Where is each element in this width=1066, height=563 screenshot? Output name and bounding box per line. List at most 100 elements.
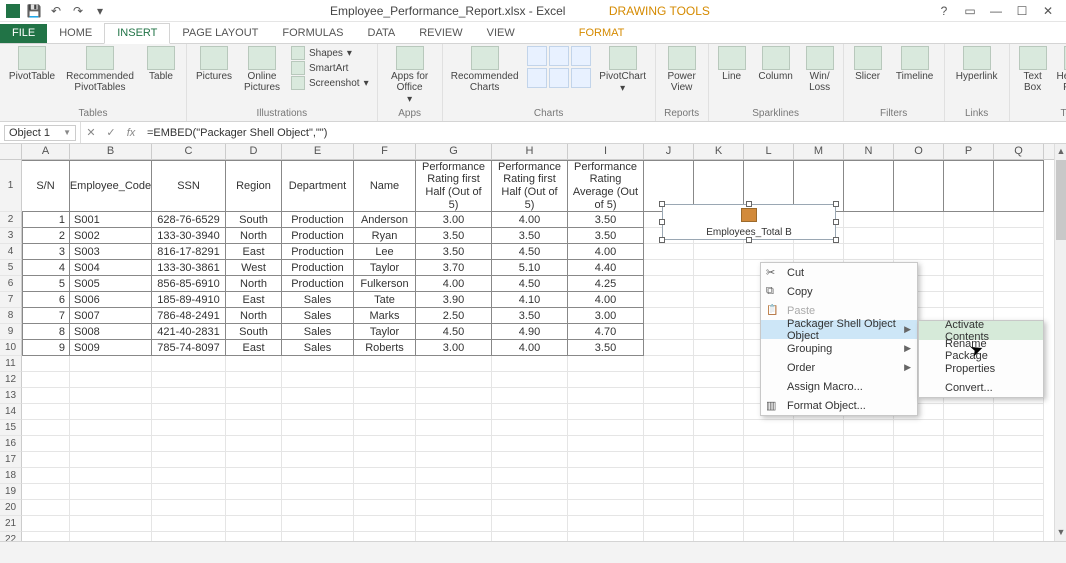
cell[interactable] (22, 516, 70, 532)
cell[interactable] (282, 356, 354, 372)
table-cell[interactable]: Sales (282, 308, 354, 324)
chart-type-gallery[interactable] (527, 46, 591, 88)
table-cell[interactable]: 3.50 (568, 212, 644, 228)
table-cell[interactable]: East (226, 244, 282, 260)
cell[interactable] (568, 420, 644, 436)
cell[interactable] (694, 404, 744, 420)
tab-home[interactable]: HOME (47, 24, 104, 43)
cell[interactable] (794, 420, 844, 436)
table-cell[interactable]: 3.50 (416, 244, 492, 260)
row-header[interactable]: 7 (0, 292, 22, 308)
cell[interactable] (944, 452, 994, 468)
cell[interactable] (994, 420, 1044, 436)
online-pictures-button[interactable]: Online Pictures (241, 46, 283, 93)
cell[interactable] (994, 212, 1044, 228)
name-box[interactable]: Object 1▼ (4, 125, 76, 141)
cell[interactable] (282, 404, 354, 420)
cell[interactable] (944, 212, 994, 228)
cell[interactable] (70, 532, 152, 541)
cell[interactable] (994, 160, 1044, 212)
row-header[interactable]: 4 (0, 244, 22, 260)
table-cell[interactable]: Ryan (354, 228, 416, 244)
cell[interactable] (944, 160, 994, 212)
table-cell[interactable]: Sales (282, 340, 354, 356)
cell[interactable] (492, 436, 568, 452)
cell[interactable] (744, 244, 794, 260)
cell[interactable] (282, 372, 354, 388)
cell[interactable] (492, 484, 568, 500)
cell[interactable] (644, 500, 694, 516)
tab-format[interactable]: FORMAT (567, 24, 637, 43)
cell[interactable] (492, 356, 568, 372)
cell[interactable] (22, 484, 70, 500)
table-cell[interactable]: S007 (70, 308, 152, 324)
cell[interactable] (994, 532, 1044, 541)
cell[interactable] (70, 420, 152, 436)
cell[interactable] (22, 372, 70, 388)
cell[interactable] (22, 420, 70, 436)
scroll-up-icon[interactable]: ▲ (1055, 146, 1066, 158)
col-header[interactable]: P (944, 144, 994, 159)
menu-item[interactable]: Copy (761, 282, 917, 301)
cell[interactable] (70, 436, 152, 452)
cell[interactable] (844, 420, 894, 436)
cell[interactable] (354, 484, 416, 500)
cell[interactable] (644, 468, 694, 484)
save-icon[interactable]: 💾 (26, 3, 42, 19)
cell[interactable] (644, 356, 694, 372)
table-cell[interactable]: S003 (70, 244, 152, 260)
cell[interactable] (844, 160, 894, 212)
cell[interactable] (354, 468, 416, 484)
row-header[interactable]: 1 (0, 160, 22, 212)
cell[interactable] (694, 356, 744, 372)
table-header-cell[interactable]: Performance Rating Average (Out of 5) (568, 160, 644, 212)
row-header[interactable]: 19 (0, 484, 22, 500)
cell[interactable] (644, 324, 694, 340)
col-header[interactable]: A (22, 144, 70, 159)
col-header[interactable]: N (844, 144, 894, 159)
table-cell[interactable]: 3.00 (416, 340, 492, 356)
cell[interactable] (994, 452, 1044, 468)
cell[interactable] (994, 260, 1044, 276)
cell[interactable] (894, 436, 944, 452)
cell[interactable] (492, 516, 568, 532)
table-header-cell[interactable]: Performance Rating first Half (Out of 5) (416, 160, 492, 212)
cell[interactable] (694, 244, 744, 260)
table-header-cell[interactable]: Employee_Code (70, 160, 152, 212)
table-cell[interactable]: S008 (70, 324, 152, 340)
cell[interactable] (282, 452, 354, 468)
maximize-icon[interactable]: ☐ (1014, 4, 1030, 18)
cell[interactable] (994, 516, 1044, 532)
cell[interactable] (694, 420, 744, 436)
cell[interactable] (492, 468, 568, 484)
cell[interactable] (844, 436, 894, 452)
cell[interactable] (644, 452, 694, 468)
cell[interactable] (152, 500, 226, 516)
cell[interactable] (568, 532, 644, 541)
cell[interactable] (416, 372, 492, 388)
menu-item[interactable]: Rename Package (919, 340, 1043, 359)
cell[interactable] (70, 484, 152, 500)
menu-item[interactable]: Properties (919, 359, 1043, 378)
cell[interactable] (644, 260, 694, 276)
cell[interactable] (994, 468, 1044, 484)
cell[interactable] (844, 244, 894, 260)
table-cell[interactable]: 6 (22, 292, 70, 308)
cell[interactable] (70, 500, 152, 516)
cell[interactable] (226, 516, 282, 532)
cell[interactable] (152, 452, 226, 468)
table-cell[interactable]: 4.50 (492, 276, 568, 292)
cell[interactable] (894, 468, 944, 484)
cell[interactable] (694, 372, 744, 388)
cell[interactable] (354, 356, 416, 372)
cell[interactable] (226, 452, 282, 468)
hyperlink-button[interactable]: Hyperlink (951, 46, 1003, 82)
header-footer-button[interactable]: Header & Footer (1056, 46, 1066, 93)
cell[interactable] (844, 452, 894, 468)
cell[interactable] (644, 436, 694, 452)
table-cell[interactable]: 4.90 (492, 324, 568, 340)
embedded-object[interactable]: Employees_Total B (662, 204, 836, 240)
table-cell[interactable]: 4.70 (568, 324, 644, 340)
table-cell[interactable]: 3.50 (416, 228, 492, 244)
cell[interactable] (844, 484, 894, 500)
